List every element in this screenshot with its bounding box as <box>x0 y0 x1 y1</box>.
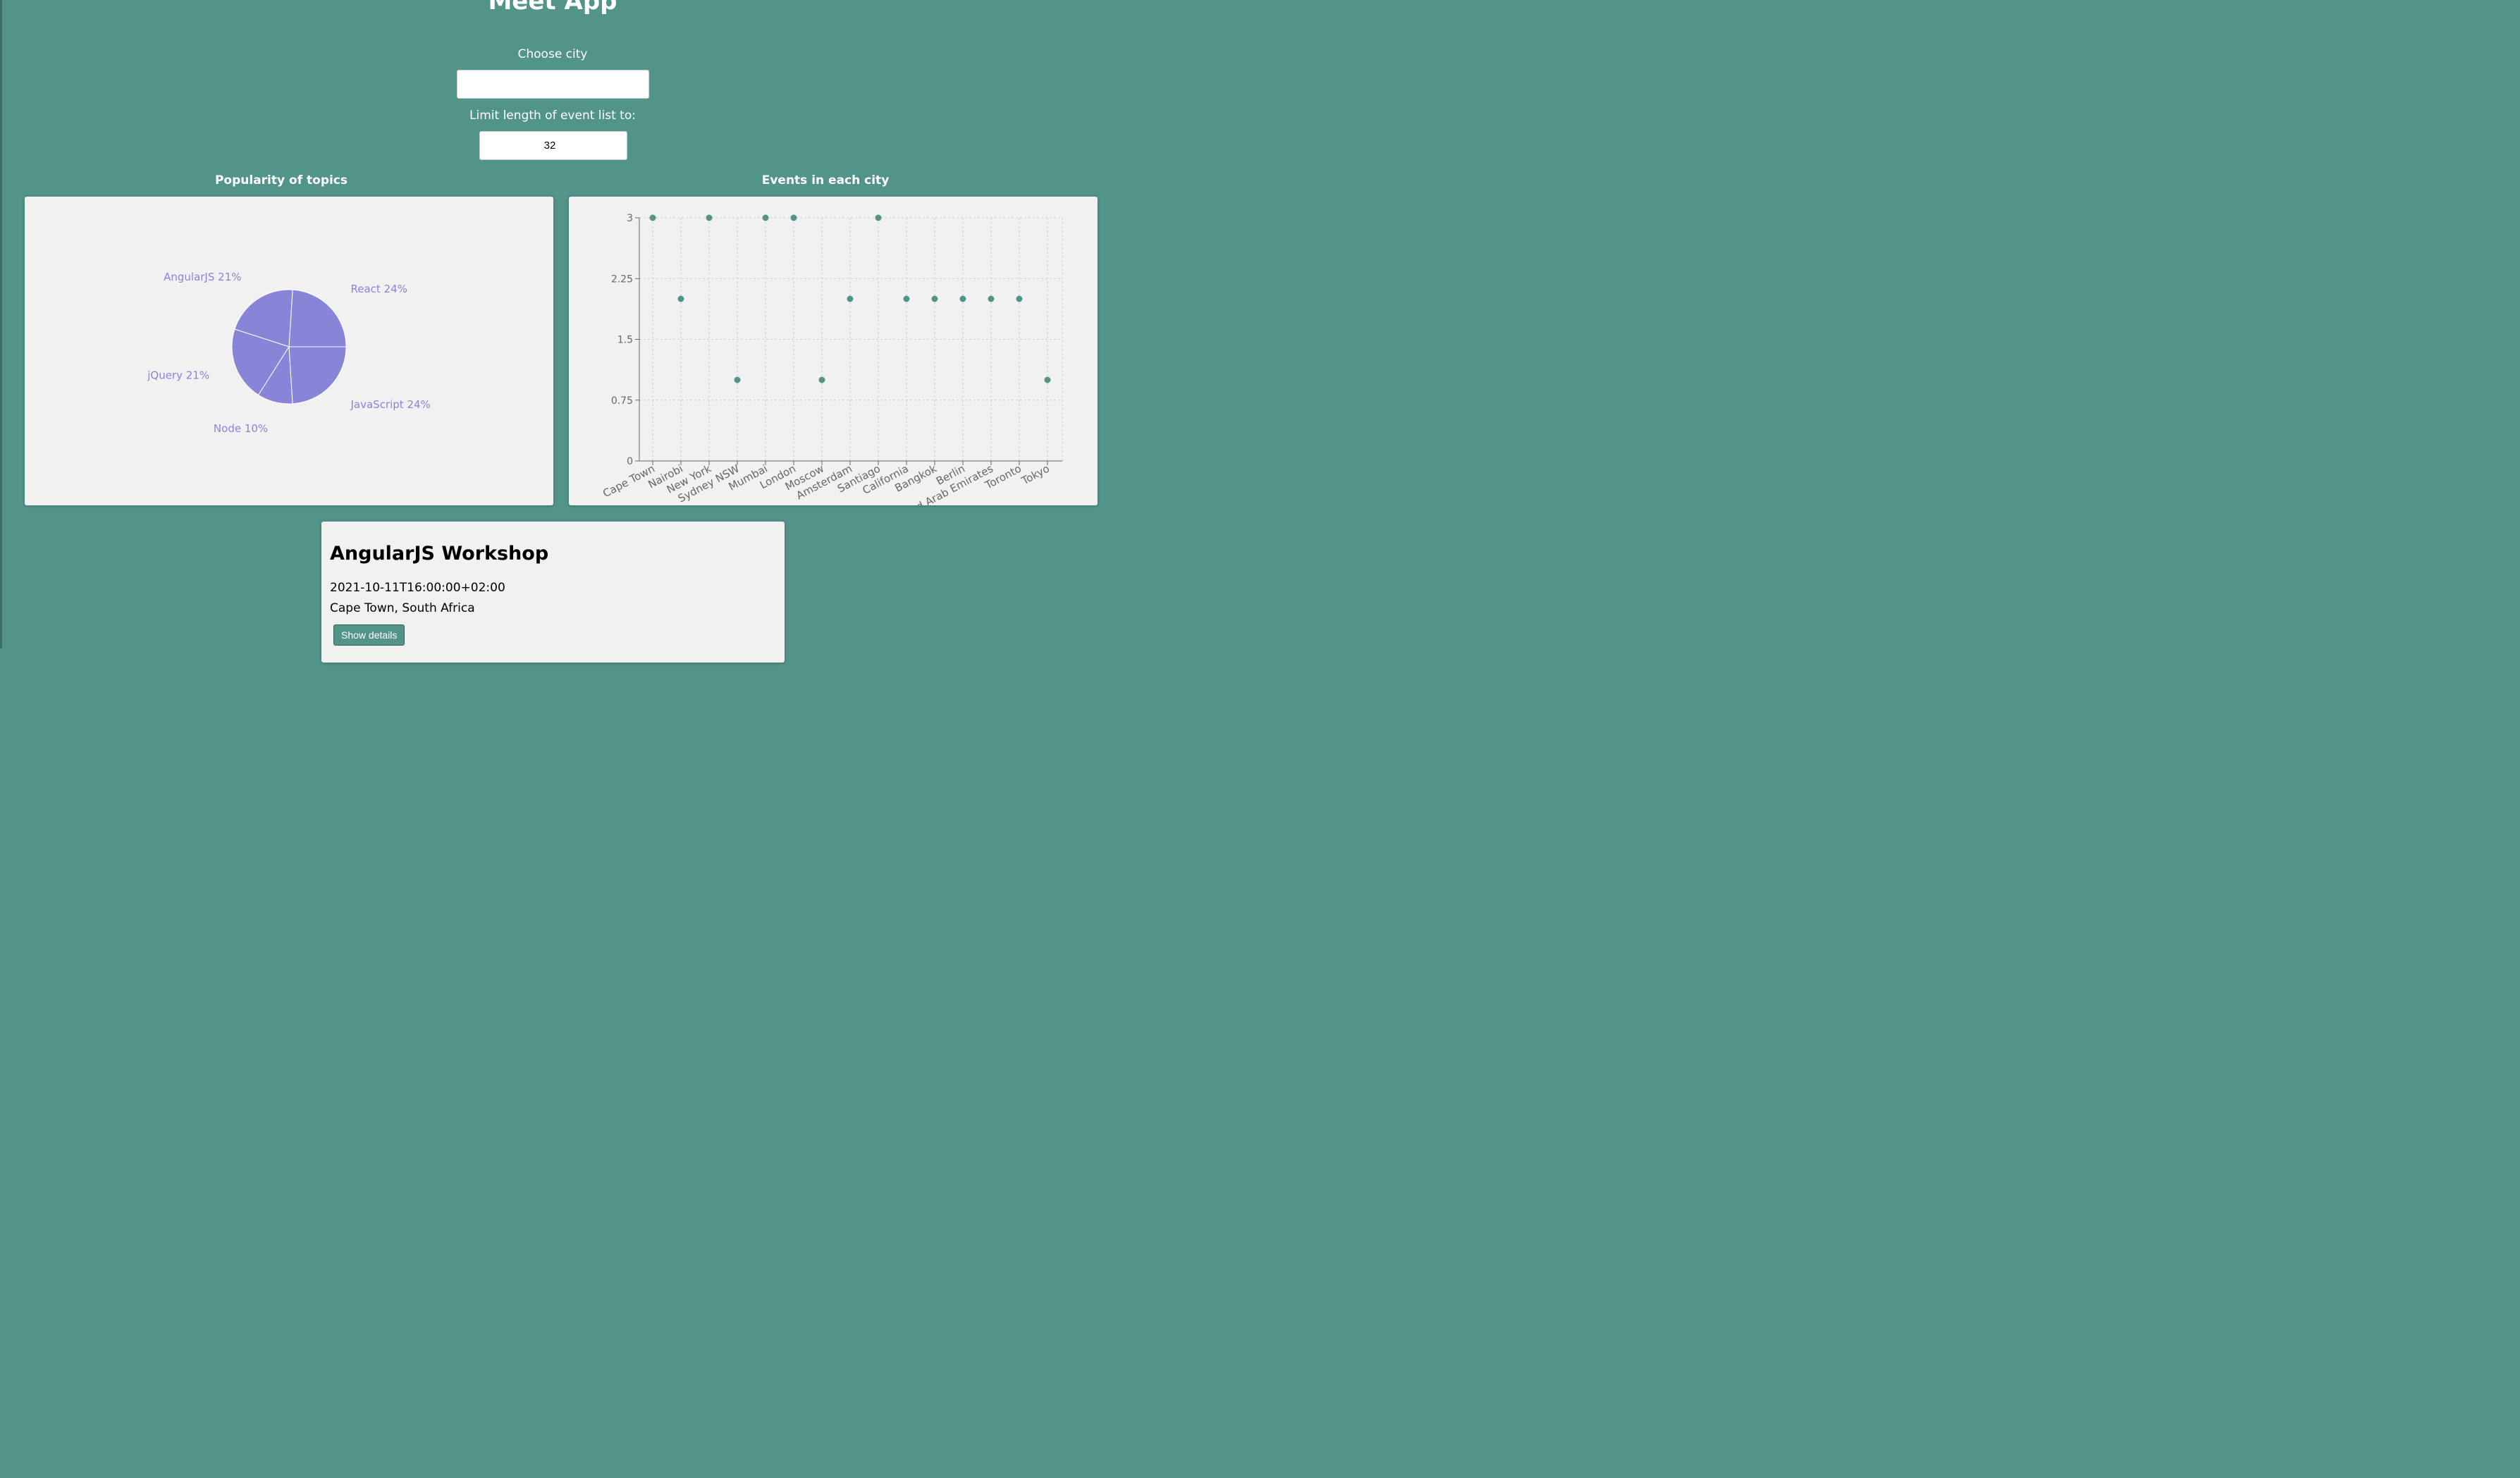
scatter-chart: 00.751.52.253Cape TownNairobiNew YorkSyd… <box>601 213 1063 505</box>
y-tick-label: 0 <box>627 456 633 467</box>
scatter-point <box>903 295 910 302</box>
event-datetime: 2021-10-11T16:00:00+02:00 <box>330 581 505 595</box>
scatter-point <box>988 295 995 302</box>
scatter-point <box>762 214 769 221</box>
pie-label-react: React 24% <box>351 283 407 295</box>
city-search-label: Choose city <box>517 47 588 61</box>
x-tick-label: Tokyo <box>1019 462 1051 488</box>
event-card: AngularJS Workshop 2021-10-11T16:00:00+0… <box>321 522 785 663</box>
scatter-point <box>875 214 882 221</box>
pie-slice-javascript <box>288 346 347 405</box>
event-limit-input[interactable] <box>479 131 627 160</box>
scatter-point <box>706 214 713 221</box>
pie-label-node: Node 10% <box>214 422 268 435</box>
scatter-point <box>734 376 741 383</box>
y-tick-label: 2.25 <box>611 273 633 285</box>
pie-label-javascript: JavaScript 24% <box>350 398 431 411</box>
scatter-point <box>959 295 966 302</box>
y-tick-label: 1.5 <box>617 335 633 346</box>
scatter-point <box>931 295 938 302</box>
show-details-button[interactable]: Show details <box>333 624 405 646</box>
scatter-chart-card: 0 0.75 1.5 2.25 3 Cape Town Nairobi New York Syd… <box>569 197 1098 505</box>
pie-chart-heading: Popularity of topics <box>214 173 348 187</box>
city-search-input[interactable] <box>457 70 649 99</box>
scatter-point <box>790 214 797 221</box>
y-tick-label: 3 <box>627 213 633 224</box>
scatter-point <box>677 295 684 302</box>
event-location: Cape Town, South Africa <box>330 601 475 615</box>
pie-slice-react <box>288 289 347 347</box>
app-title: Meet App <box>488 0 617 16</box>
y-tick-label: 0.75 <box>611 395 633 407</box>
scatter-point <box>1016 295 1023 302</box>
pie-label-jquery: jQuery 21% <box>147 369 209 382</box>
scatter-chart-heading: Events in each city <box>761 173 890 187</box>
scatter-point <box>847 295 854 302</box>
window-edge <box>0 0 2 648</box>
scatter-point <box>818 376 825 383</box>
pie-chart-card: React 24% AngularJS 21% jQuery 21% Node 10%… <box>25 197 553 505</box>
pie-chart: React 24% AngularJS 21% jQuery 21% Node 10%… <box>147 271 431 435</box>
scatter-point <box>649 214 656 221</box>
event-limit-label: Limit length of event list to: <box>469 109 636 123</box>
pie-label-angularjs: AngularJS 21% <box>164 271 241 283</box>
scatter-point <box>1044 376 1051 383</box>
event-title: AngularJS Workshop <box>330 543 549 565</box>
